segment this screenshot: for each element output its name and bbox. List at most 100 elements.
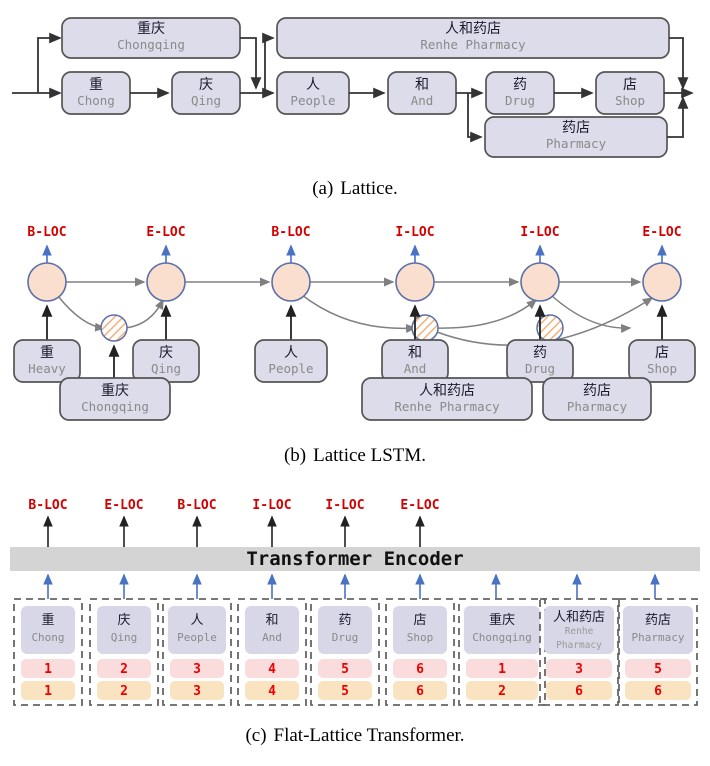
flat-token-tail: 6	[575, 684, 583, 699]
flat-token-tail: 6	[416, 684, 424, 699]
lstm-char-shop[interactable]: 店 Shop	[628, 339, 696, 383]
flat-token-column[interactable]: 人和药店 Renhe Pharmacy 3 6	[539, 598, 619, 706]
lstm-char-and-cn: 和	[408, 345, 422, 361]
flat-token-head: 6	[416, 662, 424, 677]
lstm-char-drug-cn: 药	[533, 345, 547, 361]
flat-token-cn: 重	[41, 612, 54, 628]
flat-token-cn: 药店	[645, 613, 671, 628]
lstm-word-chongqing[interactable]: 重庆 Chongqing	[59, 377, 171, 421]
lattice-diagram: 重庆 Chongqing 人和药店 Renhe Pharmacy 药店 Phar…	[12, 17, 694, 158]
lstm-char-qing-en: Qing	[151, 361, 181, 376]
lattice-word-pharmacy-cn: 药店	[562, 120, 590, 136]
lattice-char-chong[interactable]: 重 Chong	[61, 71, 131, 115]
lstm-char-and-en: And	[404, 361, 427, 376]
flat-token-tail: 1	[44, 684, 52, 699]
lattice-char-people[interactable]: 人 People	[276, 71, 350, 115]
flat-token-tail: 6	[654, 684, 662, 699]
lstm-char-and[interactable]: 和 And	[381, 339, 449, 383]
lstm-cell-2[interactable]	[271, 262, 311, 302]
flat-token-column[interactable]: 药店 Pharmacy 5 6	[618, 598, 698, 706]
lstm-word-renhe-cn: 人和药店	[419, 383, 475, 399]
lattice-char-and-cn: 和	[415, 77, 429, 93]
lstm-cell-4[interactable]	[520, 262, 560, 302]
lstm-char-heavy-cn: 重	[40, 345, 54, 361]
lattice-char-qing-cn: 庆	[199, 77, 213, 93]
lattice-char-drug[interactable]: 药 Drug	[485, 71, 555, 115]
lstm-char-drug-en: Drug	[525, 361, 555, 376]
lstm-tag-1: E-LOC	[146, 225, 185, 240]
lattice-char-shop[interactable]: 店 Shop	[595, 71, 665, 115]
lattice-word-pharmacy[interactable]: 药店 Pharmacy	[484, 116, 668, 158]
flat-token-tail: 5	[341, 684, 349, 699]
lattice-entry-edges	[12, 32, 62, 99]
flat-tag-0: B-LOC	[28, 498, 67, 513]
lstm-output-tags: B-LOC E-LOC B-LOC I-LOC I-LOC E-LOC	[27, 225, 681, 240]
flat-token-cn: 店	[413, 613, 426, 628]
caption-panel-b: (b) Lattice LSTM.	[0, 445, 710, 467]
flat-token-column[interactable]: 店 Shop 6 6	[385, 598, 455, 706]
lattice-word-pharmacy-en: Pharmacy	[546, 136, 607, 151]
lattice-char-people-cn: 人	[306, 77, 320, 93]
flat-token-cn: 庆	[117, 613, 130, 628]
lstm-output-arrows	[42, 244, 667, 263]
flat-token-cn: 和	[265, 613, 278, 628]
lattice-char-people-en: People	[290, 93, 335, 108]
flat-tag-5: E-LOC	[400, 498, 439, 513]
lattice-char-chong-en: Chong	[77, 93, 115, 108]
lstm-char-drug[interactable]: 药 Drug	[506, 339, 574, 383]
lstm-word-renhe[interactable]: 人和药店 Renhe Pharmacy	[361, 377, 533, 421]
lstm-char-qing[interactable]: 庆 Qing	[132, 339, 200, 383]
flat-token-en: Drug	[332, 631, 359, 644]
caption-b-text: Lattice LSTM.	[313, 445, 427, 466]
lattice-char-drug-cn: 药	[513, 77, 527, 93]
flat-token-en: Pharmacy	[632, 631, 685, 644]
transformer-encoder[interactable]: Transformer Encoder	[10, 547, 700, 571]
flat-tag-4: I-LOC	[325, 498, 364, 513]
lstm-cell-3[interactable]	[395, 262, 435, 302]
lstm-word-pharmacy[interactable]: 药店 Pharmacy	[542, 377, 652, 421]
lattice-char-qing[interactable]: 庆 Qing	[171, 71, 241, 115]
flat-token-cn: 重庆	[489, 612, 515, 628]
caption-c-index: (c)	[245, 725, 267, 746]
lattice-char-and-en: And	[411, 93, 434, 108]
flat-token-cn: 人	[190, 613, 203, 628]
flat-token-en: Chongqing	[472, 631, 532, 644]
lstm-tag-0: B-LOC	[27, 225, 66, 240]
flat-tag-1: E-LOC	[104, 498, 143, 513]
flat-lattice-diagram: B-LOC E-LOC B-LOC I-LOC I-LOC E-LOC Tran…	[10, 498, 700, 706]
lattice-word-renhe-pharmacy[interactable]: 人和药店 Renhe Pharmacy	[276, 17, 670, 59]
lattice-char-chong-cn: 重	[89, 77, 103, 93]
flat-token-tail: 2	[498, 684, 506, 699]
lattice-char-shop-cn: 店	[623, 77, 637, 93]
lstm-word-cell-chongqing[interactable]	[100, 314, 128, 342]
caption-a-index: (a)	[312, 178, 334, 199]
flat-token-head: 2	[120, 662, 128, 677]
lstm-char-people[interactable]: 人 People	[254, 339, 328, 383]
flat-token-tail: 4	[268, 684, 276, 699]
panel-lattice: 重庆 Chongqing 人和药店 Renhe Pharmacy 药店 Phar…	[0, 0, 710, 210]
lattice-word-chongqing-cn: 重庆	[137, 21, 165, 37]
lstm-char-heavy-en: Heavy	[28, 361, 66, 376]
caption-panel-a: (a) Lattice.	[0, 178, 710, 200]
flat-token-head: 1	[498, 662, 506, 677]
flat-token-column[interactable]: 和 And 4 4	[237, 598, 307, 706]
flat-output-arrows	[43, 515, 425, 547]
lattice-char-and[interactable]: 和 And	[387, 71, 457, 115]
lattice-char-qing-en: Qing	[191, 93, 221, 108]
flat-token-column[interactable]: 重 Chong 1 1	[13, 598, 83, 706]
lstm-cell-0[interactable]	[27, 262, 67, 302]
flat-token-column[interactable]: 人 People 3 3	[162, 598, 232, 706]
flat-token-column[interactable]: 庆 Qing 2 2	[89, 598, 159, 706]
lstm-cell-5[interactable]	[642, 262, 682, 302]
flat-token-column[interactable]: 重庆 Chongqing 1 2	[458, 598, 546, 706]
lattice-word-chongqing[interactable]: 重庆 Chongqing	[61, 17, 241, 59]
lstm-char-heavy[interactable]: 重 Heavy	[13, 339, 81, 383]
lstm-char-people-en: People	[268, 361, 313, 376]
lstm-tag-2: B-LOC	[271, 225, 310, 240]
lstm-word-pharmacy-en: Pharmacy	[567, 399, 628, 414]
flat-token-en-line1: Renhe	[565, 626, 594, 637]
flat-token-head: 4	[268, 662, 276, 677]
lstm-cell-1[interactable]	[146, 262, 186, 302]
flat-output-tags: B-LOC E-LOC B-LOC I-LOC I-LOC E-LOC	[28, 498, 439, 513]
flat-token-column[interactable]: 药 Drug 5 5	[310, 598, 380, 706]
